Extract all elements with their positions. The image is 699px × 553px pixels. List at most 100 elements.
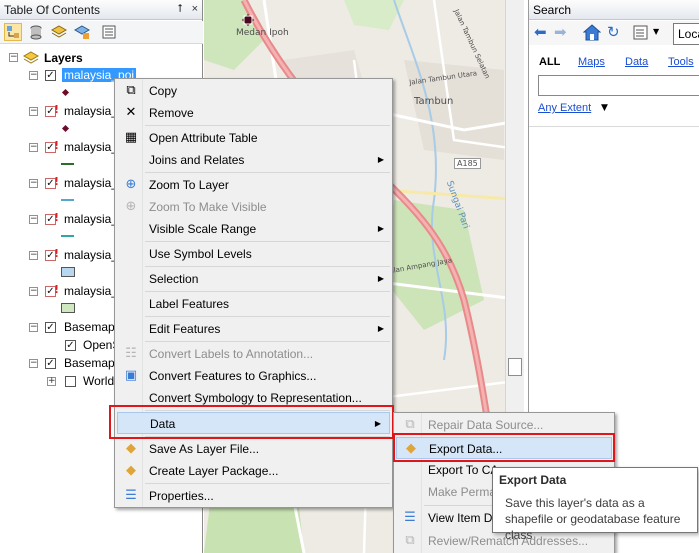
convert-features-icon: ▣ (124, 368, 138, 383)
menu-item-remove[interactable]: ✕ Remove (117, 102, 392, 124)
menu-item-edit-features[interactable]: Edit Features ▶ (117, 318, 392, 340)
divider (529, 126, 699, 127)
menu-item-joins-and-relates[interactable]: Joins and Relates ▶ (117, 149, 392, 171)
tab-maps[interactable]: Maps (578, 56, 605, 68)
repair-data-source-icon: ⧉ (405, 417, 415, 432)
collapse-icon[interactable]: − (29, 215, 38, 224)
menu-separator (145, 341, 390, 342)
menu-item-open-attribute-table[interactable]: ▦ Open Attribute Table (117, 127, 392, 149)
menu-item-copy[interactable]: ⧉ Copy (117, 80, 392, 102)
basemap-visibility-checkbox[interactable]: ✓ (45, 322, 56, 333)
convert-labels-icon: ☷ (125, 346, 137, 361)
menu-item-convert-features-to-graphics[interactable]: ▣ Convert Features to Graphics... (117, 365, 392, 387)
close-icon[interactable]: × (192, 3, 198, 15)
layer-label[interactable]: malaysia_ (64, 176, 118, 190)
tab-data[interactable]: Data (625, 56, 648, 68)
menu-separator (145, 266, 390, 267)
point-symbol (61, 124, 70, 133)
list-by-source-button[interactable] (27, 23, 45, 41)
extent-dropdown[interactable]: Any Extent (538, 102, 591, 114)
basemap-label[interactable]: Basemap (64, 320, 115, 334)
tab-tools[interactable]: Tools (668, 56, 694, 68)
layer-visibility-checkbox[interactable]: ✓ (45, 213, 59, 225)
home-icon[interactable] (583, 24, 601, 41)
list-by-selection-button[interactable] (73, 23, 91, 41)
item-description-icon: ☰ (404, 510, 416, 525)
map-scrollbar-thumb[interactable] (508, 358, 522, 376)
map-label: A185 (454, 158, 481, 169)
basemap-child-checkbox[interactable]: ✓ (65, 340, 76, 351)
layer-visibility-checkbox[interactable]: ✓ (45, 105, 59, 117)
basemap-child-checkbox[interactable] (65, 376, 76, 387)
basemap-label[interactable]: Basemap (64, 356, 115, 370)
collapse-icon[interactable]: − (29, 143, 38, 152)
layer-visibility-checkbox[interactable]: ✓ (45, 141, 59, 153)
basemap-visibility-checkbox[interactable]: ✓ (45, 358, 56, 369)
layer-visibility-checkbox[interactable]: ✓ (45, 249, 59, 261)
extent-dropdown-arrow-icon[interactable]: ▼ (601, 103, 608, 113)
menu-item-create-layer-package[interactable]: ◆ Create Layer Package... (117, 460, 392, 482)
line-symbol (61, 199, 74, 201)
table-icon: ▦ (124, 130, 138, 145)
forward-icon[interactable]: ➡ (554, 24, 567, 40)
layer-visibility-checkbox[interactable]: ✓ (45, 285, 59, 297)
basemap-child-label[interactable]: World (83, 374, 114, 388)
menu-separator (145, 291, 390, 292)
layer-file-icon: ◆ (126, 441, 136, 456)
options-icon[interactable] (633, 25, 649, 41)
layer-label[interactable]: malaysia_ (64, 140, 118, 154)
layer-label[interactable]: malaysia_ (64, 284, 118, 298)
collapse-icon[interactable]: − (29, 71, 38, 80)
polygon-symbol (61, 303, 75, 313)
options-button[interactable] (100, 23, 118, 41)
layer-label[interactable]: malaysia_ (64, 212, 118, 226)
search-location-field[interactable]: Loca (673, 23, 699, 45)
collapse-icon[interactable]: − (29, 107, 38, 116)
export-data-tooltip: Export Data Save this layer's data as a … (492, 467, 698, 542)
polygon-symbol (61, 267, 75, 277)
list-by-drawing-order-button[interactable] (4, 23, 22, 41)
toc-title: Table Of Contents (4, 3, 101, 17)
menu-item-label-features[interactable]: Label Features (117, 293, 392, 315)
menu-item-use-symbol-levels[interactable]: Use Symbol Levels (117, 243, 392, 265)
collapse-icon[interactable]: − (29, 287, 38, 296)
layer-visibility-checkbox[interactable]: ✓ (45, 177, 59, 189)
collapse-icon[interactable]: − (29, 251, 38, 260)
layers-icon (23, 51, 39, 64)
zoom-layer-icon: ⊕ (125, 177, 137, 192)
collapse-icon[interactable]: − (9, 53, 18, 62)
menu-item-properties[interactable]: ☰ Properties... (117, 485, 392, 507)
map-label: Medan Ipoh (236, 28, 289, 38)
menu-item-visible-scale-range[interactable]: Visible Scale Range ▶ (117, 218, 392, 240)
toc-title-bar: Table Of Contents ⭡ × (0, 0, 202, 20)
collapse-icon[interactable]: − (29, 323, 38, 332)
menu-separator (145, 172, 390, 173)
layer-label[interactable]: malaysia_ (64, 248, 118, 262)
collapse-icon[interactable]: − (29, 359, 38, 368)
refresh-icon[interactable]: ↻ (607, 24, 620, 40)
layer-visibility-checkbox[interactable]: ✓ (45, 70, 56, 81)
database-icon (30, 25, 42, 40)
drawing-order-icon (7, 26, 19, 38)
tab-all[interactable]: ALL (539, 56, 560, 68)
properties-icon: ☰ (125, 488, 137, 503)
dropdown-arrow-icon[interactable]: ▼ (653, 27, 659, 36)
layer-label[interactable]: malaysia_ (64, 104, 118, 118)
collapse-icon[interactable]: − (29, 179, 38, 188)
menu-item-convert-labels-to-annotation: ☷ Convert Labels to Annotation... (117, 343, 392, 365)
menu-separator (145, 316, 390, 317)
options-icon (102, 25, 116, 39)
menu-item-zoom-to-layer[interactable]: ⊕ Zoom To Layer (117, 174, 392, 196)
menu-separator (145, 483, 390, 484)
back-icon[interactable]: ⬅ (534, 24, 547, 40)
list-by-visibility-button[interactable] (50, 23, 68, 41)
menu-separator (145, 241, 390, 242)
search-toolbar: ⬅ ➡ ↻ ▼ Loca (529, 21, 699, 45)
search-input[interactable] (538, 75, 699, 96)
layers-root[interactable]: − Layers (0, 49, 203, 67)
menu-item-selection[interactable]: Selection ▶ (117, 268, 392, 290)
pin-icon[interactable]: ⭡ (177, 3, 182, 15)
menu-item-save-as-layer-file[interactable]: ◆ Save As Layer File... (117, 438, 392, 460)
expand-icon[interactable]: + (47, 377, 56, 386)
review-rematch-icon: ⧉ (405, 533, 415, 548)
